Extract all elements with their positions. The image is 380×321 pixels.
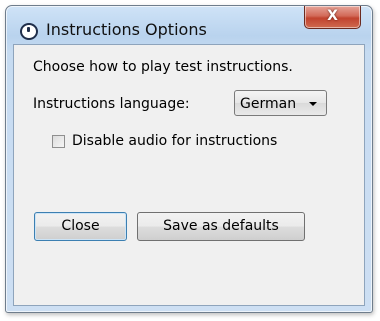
window-title: Instructions Options	[46, 20, 207, 39]
instructions-prompt: Choose how to play test instructions.	[33, 59, 293, 75]
language-select-value: German	[240, 96, 297, 112]
disable-audio-label[interactable]: Disable audio for instructions	[72, 133, 277, 149]
dialog-body: Choose how to play test instructions. In…	[13, 44, 365, 306]
language-select[interactable]: German	[234, 90, 327, 116]
app-info-icon	[20, 23, 38, 40]
disable-audio-checkbox[interactable]	[52, 135, 65, 148]
instructions-options-dialog: Instructions Options X Choose how to pla…	[5, 5, 373, 313]
close-button[interactable]: Close	[34, 212, 127, 241]
chevron-down-icon	[309, 102, 317, 106]
title-bar[interactable]: Instructions Options X	[6, 6, 372, 44]
window-close-button[interactable]: X	[304, 6, 361, 29]
language-label: Instructions language:	[33, 96, 190, 112]
save-as-defaults-button[interactable]: Save as defaults	[137, 212, 305, 241]
